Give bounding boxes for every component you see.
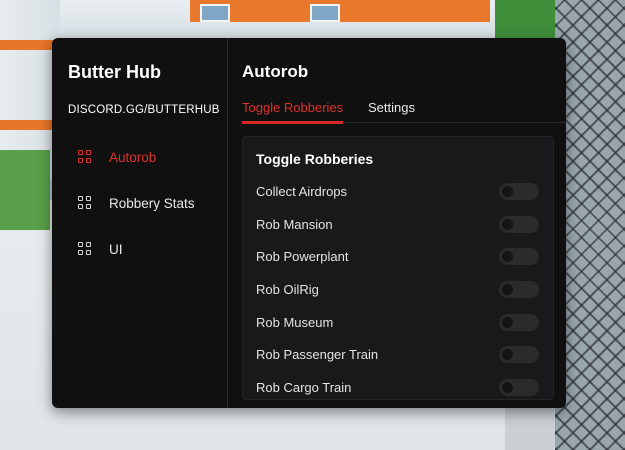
hub-panel: Butter Hub DISCORD.GG/BUTTERHUB Autorob … <box>52 38 566 408</box>
toggle-knob <box>502 381 513 393</box>
sidebar-item-label: UI <box>109 241 123 257</box>
building-top <box>60 0 500 40</box>
grid-icon <box>78 242 92 256</box>
main-content: Autorob Toggle Robberies Settings Toggle… <box>228 38 566 408</box>
toggle-knob <box>502 251 513 263</box>
discord-link[interactable]: DISCORD.GG/BUTTERHUB <box>68 104 220 116</box>
building-orange-band <box>190 0 490 22</box>
toggle-label: Rob Mansion <box>256 216 333 232</box>
toggle-knob <box>502 349 513 361</box>
tab-toggle-robberies[interactable]: Toggle Robberies <box>242 100 344 124</box>
page-title: Autorob <box>242 62 309 81</box>
toggle-row-rob-powerplant: Rob Powerplant <box>243 240 553 273</box>
rob-mansion-toggle[interactable] <box>499 215 539 233</box>
tab-bar: Toggle Robberies Settings <box>242 92 566 124</box>
toggle-row-rob-museum: Rob Museum <box>243 306 553 339</box>
brand-title: Butter Hub <box>68 62 161 82</box>
toggle-knob <box>502 218 513 230</box>
toggle-list: Collect Airdrops Rob Mansion Rob Powerpl… <box>243 175 553 399</box>
grass-left <box>0 150 50 230</box>
rob-passenger-train-toggle[interactable] <box>499 346 539 364</box>
toggle-label: Rob Cargo Train <box>256 379 352 395</box>
rob-powerplant-toggle[interactable] <box>499 248 539 266</box>
building-window <box>200 4 230 22</box>
toggle-label: Rob Museum <box>256 314 334 330</box>
section-title: Toggle Robberies <box>256 151 374 167</box>
sidebar-item-autorob[interactable]: Autorob <box>52 134 228 180</box>
sidebar: Butter Hub DISCORD.GG/BUTTERHUB Autorob … <box>52 38 228 408</box>
sidebar-nav: Autorob Robbery Stats UI <box>52 134 228 272</box>
sidebar-item-label: Autorob <box>109 149 157 165</box>
rob-cargo-train-toggle[interactable] <box>499 378 539 396</box>
tab-settings[interactable]: Settings <box>368 100 415 121</box>
toggle-row-rob-cargo-train: Rob Cargo Train <box>243 371 553 399</box>
sidebar-item-label: Robbery Stats <box>109 195 195 211</box>
toggle-label: Rob Passenger Train <box>256 347 379 363</box>
toggle-row-collect-airdrops: Collect Airdrops <box>243 175 553 208</box>
collect-airdrops-toggle[interactable] <box>499 182 539 200</box>
toggle-knob <box>502 316 513 328</box>
sidebar-item-ui[interactable]: UI <box>52 226 228 272</box>
toggle-row-rob-mansion: Rob Mansion <box>243 208 553 241</box>
rob-museum-toggle[interactable] <box>499 313 539 331</box>
toggle-label: Rob Powerplant <box>256 249 349 265</box>
toggle-row-rob-passenger-train: Rob Passenger Train <box>243 338 553 371</box>
toggle-label: Collect Airdrops <box>256 183 348 199</box>
building-window <box>310 4 340 22</box>
toggle-row-rob-oilrig: Rob OilRig <box>243 273 553 306</box>
toggle-knob <box>502 185 513 197</box>
grid-icon <box>78 196 92 210</box>
toggle-knob <box>502 283 513 295</box>
grid-icon <box>78 150 92 164</box>
toggle-label: Rob OilRig <box>256 281 319 297</box>
rob-oilrig-toggle[interactable] <box>499 280 539 298</box>
sidebar-item-robbery-stats[interactable]: Robbery Stats <box>52 180 228 226</box>
toggle-robberies-section: Toggle Robberies Collect Airdrops Rob Ma… <box>242 136 554 400</box>
